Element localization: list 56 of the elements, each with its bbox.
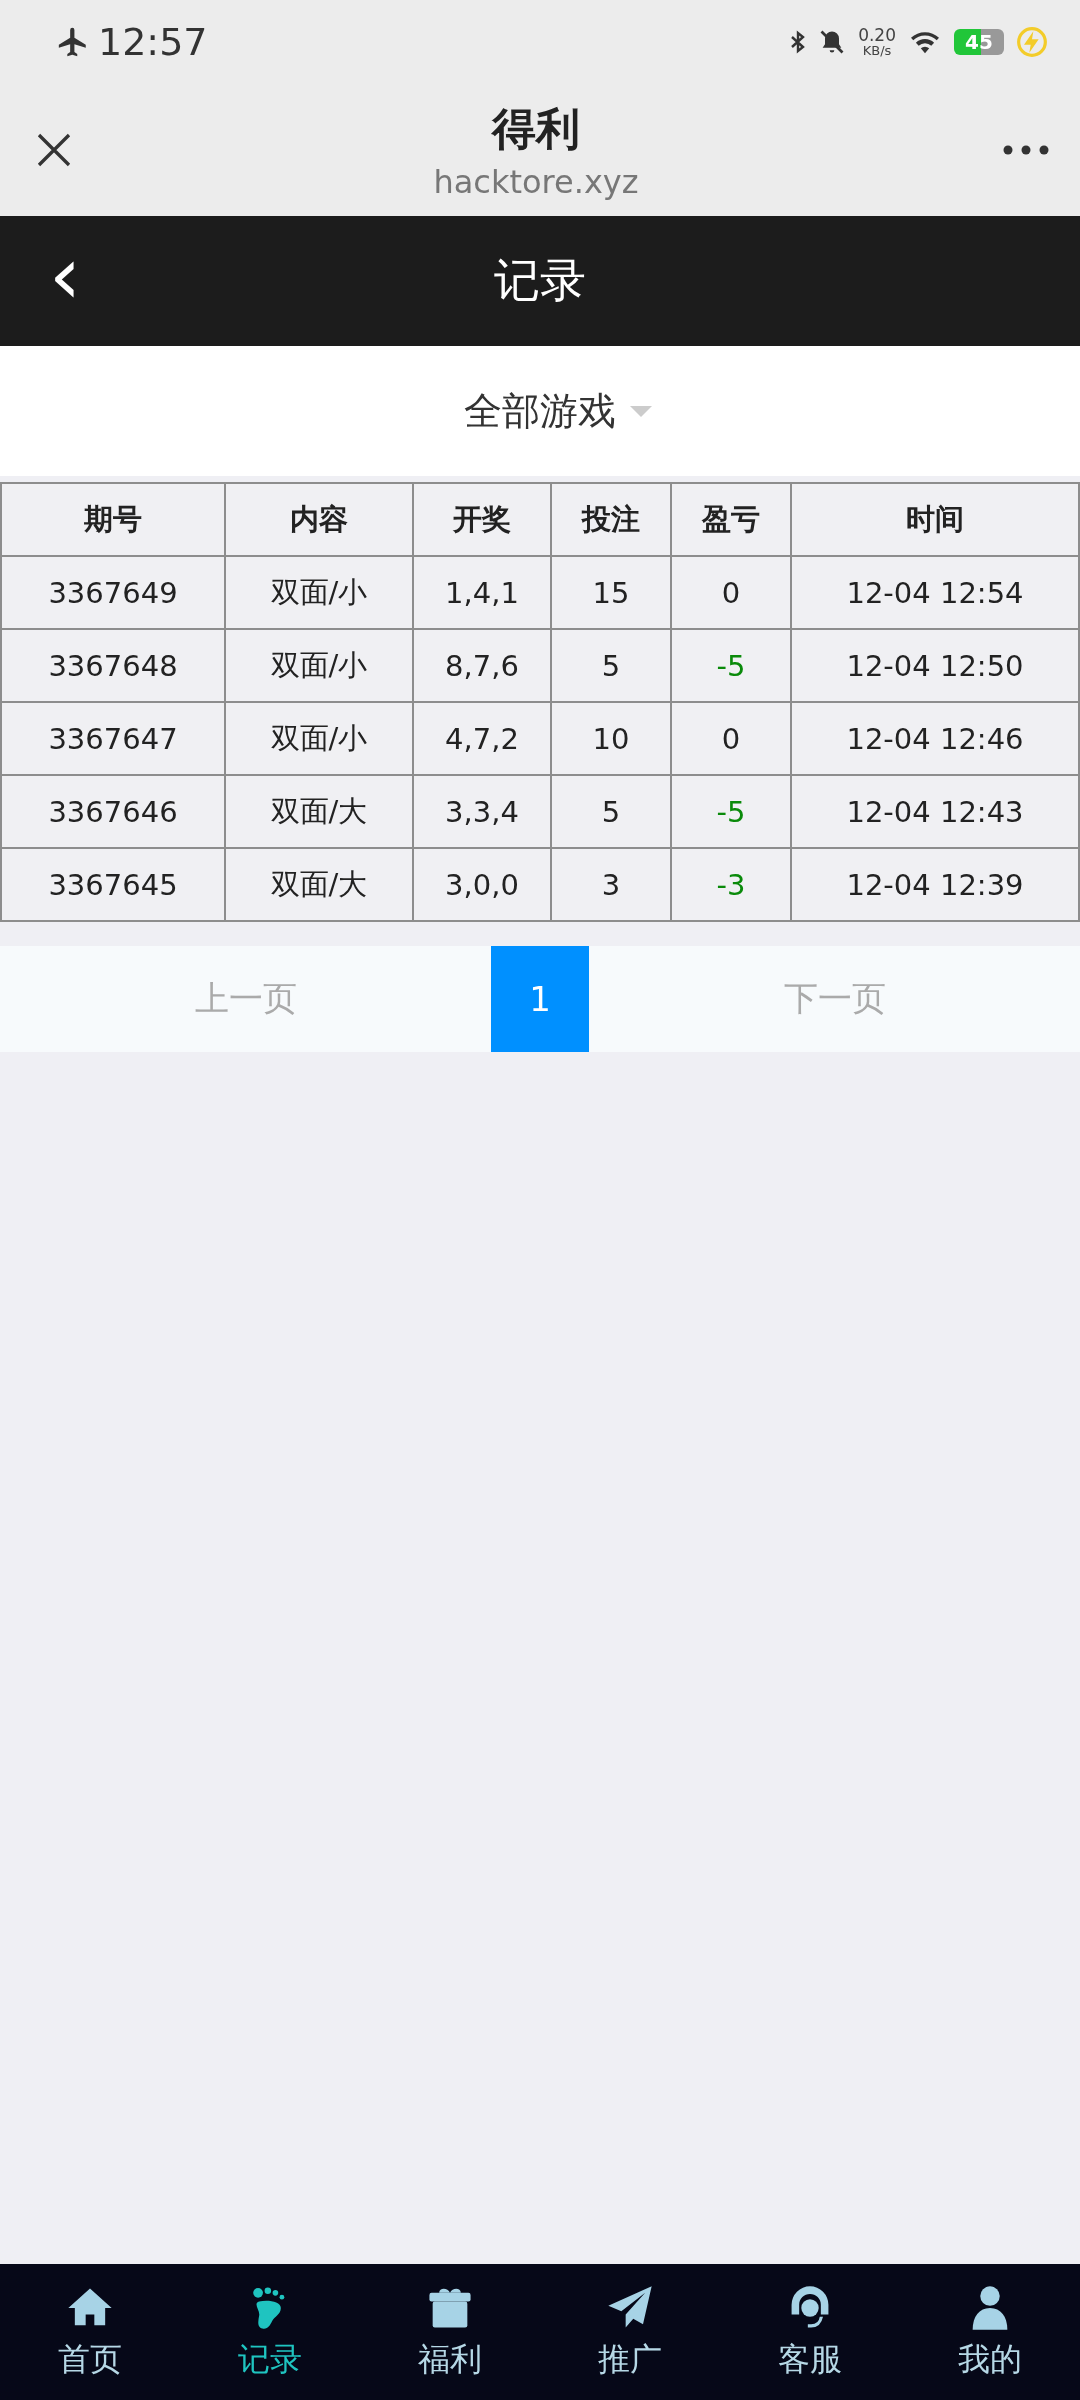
- table-cell: 双面/大: [225, 848, 413, 921]
- table-cell: 3,3,4: [413, 775, 551, 848]
- table-cell: 10: [551, 702, 671, 775]
- table-cell: 12-04 12:43: [791, 775, 1079, 848]
- nav-tab[interactable]: 客服: [720, 2264, 900, 2400]
- table-cell: -3: [671, 848, 791, 921]
- table-cell: 5: [551, 775, 671, 848]
- table-cell: 15: [551, 556, 671, 629]
- bluetooth-icon: [790, 29, 807, 55]
- table-cell: 双面/小: [225, 629, 413, 702]
- table-cell: 12-04 12:46: [791, 702, 1079, 775]
- clock-time: 12:57: [98, 20, 208, 64]
- speed-unit: KB/s: [862, 44, 892, 57]
- nav-tab[interactable]: 我的: [900, 2264, 1080, 2400]
- nav-tab[interactable]: 推广: [540, 2264, 720, 2400]
- table-cell: 3367649: [1, 556, 225, 629]
- network-speed: 0.20: [858, 27, 896, 44]
- table-cell: 0: [671, 556, 791, 629]
- dropdown-label: 全部游戏: [464, 387, 616, 435]
- table-cell: 双面/大: [225, 775, 413, 848]
- table-cell: 3: [551, 848, 671, 921]
- table-cell: -5: [671, 775, 791, 848]
- dropdown-caret-icon: [630, 405, 652, 417]
- column-header: 时间: [791, 483, 1079, 556]
- column-header: 开奖: [413, 483, 551, 556]
- column-header: 内容: [225, 483, 413, 556]
- table-cell: 双面/小: [225, 702, 413, 775]
- site-url: hacktore.xyz: [433, 162, 639, 201]
- nav-tab[interactable]: 首页: [0, 2264, 180, 2400]
- column-header: 盈亏: [671, 483, 791, 556]
- column-header: 投注: [551, 483, 671, 556]
- table-cell: 3367648: [1, 629, 225, 702]
- table-cell: 3367646: [1, 775, 225, 848]
- header-title: 记录: [493, 252, 587, 309]
- more-icon: [1001, 144, 1051, 156]
- table-cell: 12-04 12:39: [791, 848, 1079, 921]
- battery-indicator: 45: [954, 29, 1004, 55]
- table-cell: 3,0,0: [413, 848, 551, 921]
- page-title: 得利: [492, 101, 580, 156]
- table-cell: 4,7,2: [413, 702, 551, 775]
- table-cell: 3367647: [1, 702, 225, 775]
- table-cell: 5: [551, 629, 671, 702]
- table-cell: 12-04 12:50: [791, 629, 1079, 702]
- nav-tab[interactable]: 福利: [360, 2264, 540, 2400]
- table-cell: 0: [671, 702, 791, 775]
- back-button[interactable]: ‹: [30, 236, 100, 326]
- table-cell: 8,7,6: [413, 629, 551, 702]
- table-cell: 12-04 12:54: [791, 556, 1079, 629]
- table-cell: 双面/小: [225, 556, 413, 629]
- nav-tab[interactable]: 记录: [180, 2264, 360, 2400]
- game-dropdown[interactable]: 全部游戏: [428, 385, 652, 437]
- column-header: 期号: [1, 483, 225, 556]
- table-cell: 1,4,1: [413, 556, 551, 629]
- charging-icon: [1016, 26, 1048, 58]
- table-cell: -5: [671, 629, 791, 702]
- table-cell: 3367645: [1, 848, 225, 921]
